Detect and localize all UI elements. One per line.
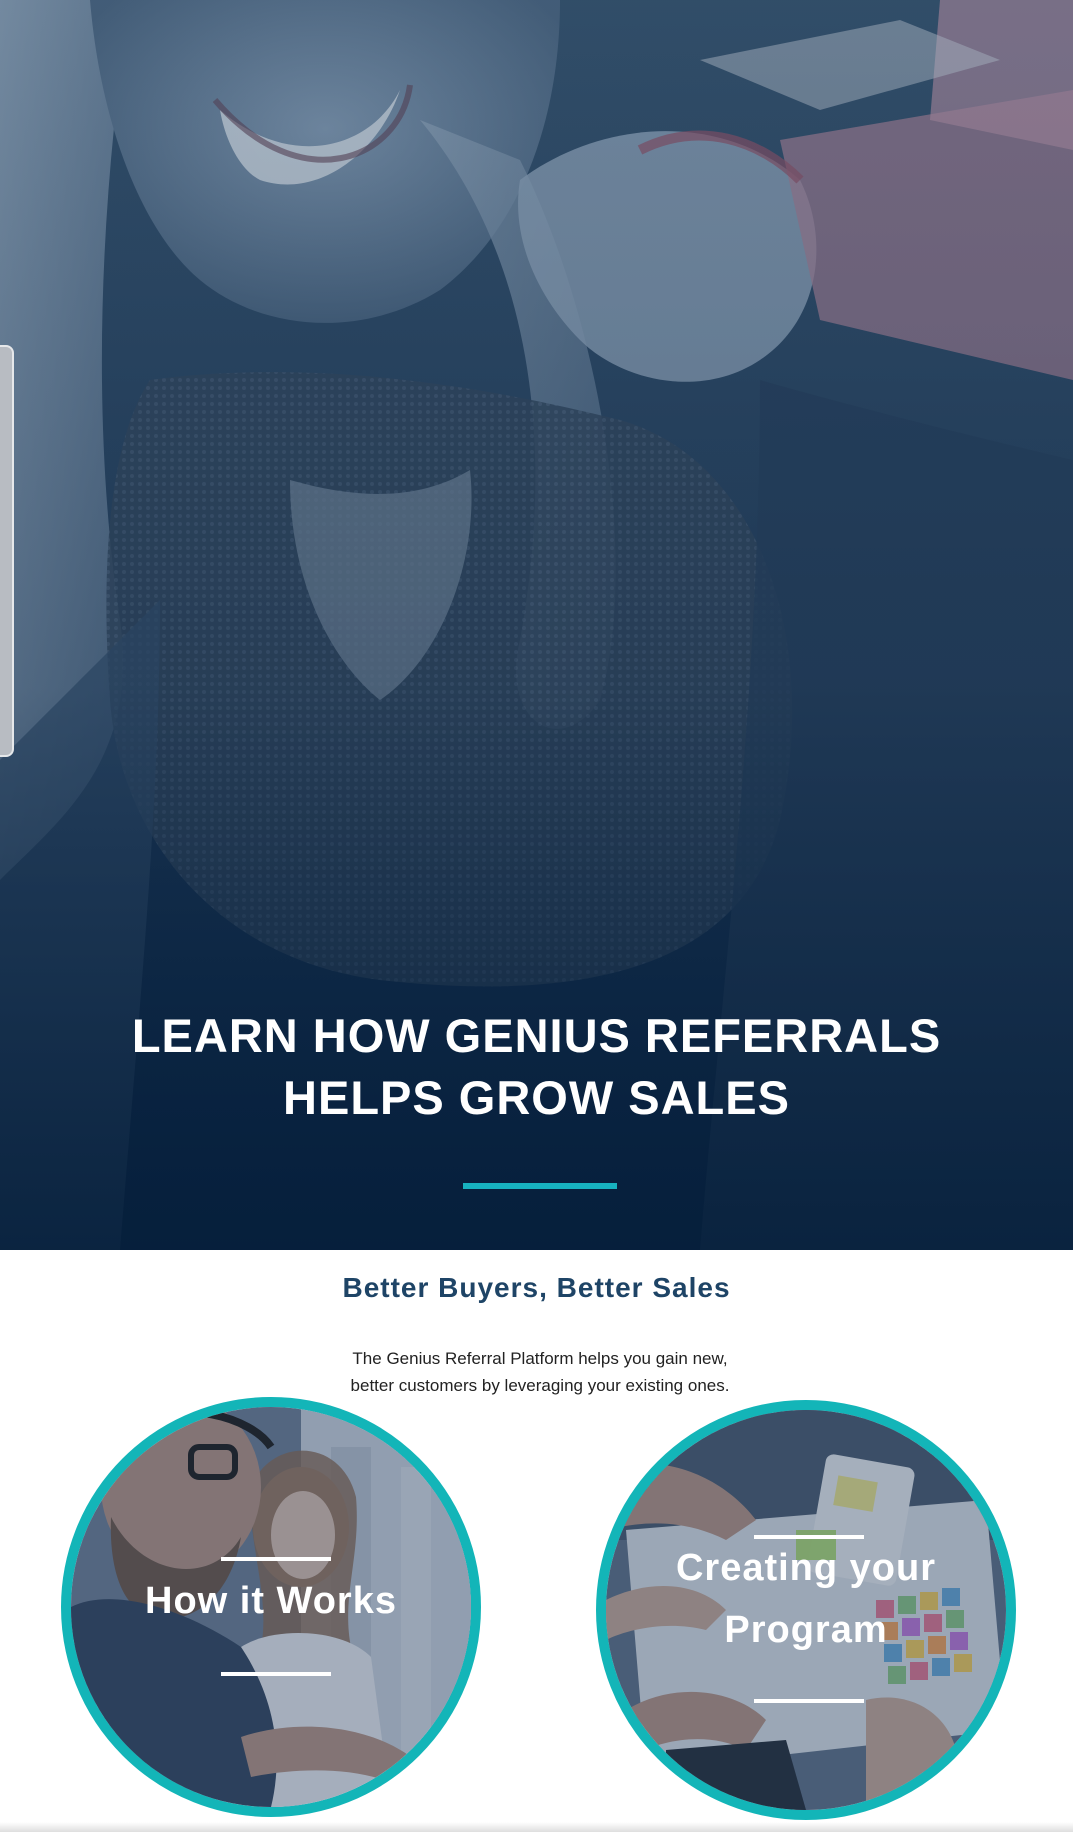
creating-program-label-line-1: Creating your xyxy=(675,1547,937,1589)
section-description: The Genius Referral Platform helps you g… xyxy=(350,1349,730,1395)
creating-your-program-card[interactable]: Creating your Program xyxy=(596,1400,1016,1820)
hero-banner: LEARN HOW GENIUS REFERRALS HELPS GROW SA… xyxy=(0,0,1073,1250)
how-it-works-label: How it Works xyxy=(145,1580,397,1622)
creating-program-label-line-2: Program xyxy=(724,1609,888,1651)
section-heading: Better Buyers, Better Sales xyxy=(342,1272,731,1303)
how-it-works-bottom-line xyxy=(221,1672,331,1676)
creating-program-bottom-line xyxy=(754,1699,864,1703)
hero-title-line-1: LEARN HOW GENIUS REFERRALS xyxy=(131,1009,942,1062)
hero-title: LEARN HOW GENIUS REFERRALS HELPS GROW SA… xyxy=(0,1005,1073,1129)
bottom-edge-shadow xyxy=(0,1822,1073,1832)
how-it-works-top-line xyxy=(221,1557,331,1561)
side-scroll-handle[interactable] xyxy=(0,345,14,757)
hero-accent-divider xyxy=(463,1183,617,1189)
page: LEARN HOW GENIUS REFERRALS HELPS GROW SA… xyxy=(0,0,1073,1832)
how-it-works-card[interactable]: How it Works xyxy=(61,1397,481,1817)
hero-title-line-2: HELPS GROW SALES xyxy=(283,1071,790,1124)
